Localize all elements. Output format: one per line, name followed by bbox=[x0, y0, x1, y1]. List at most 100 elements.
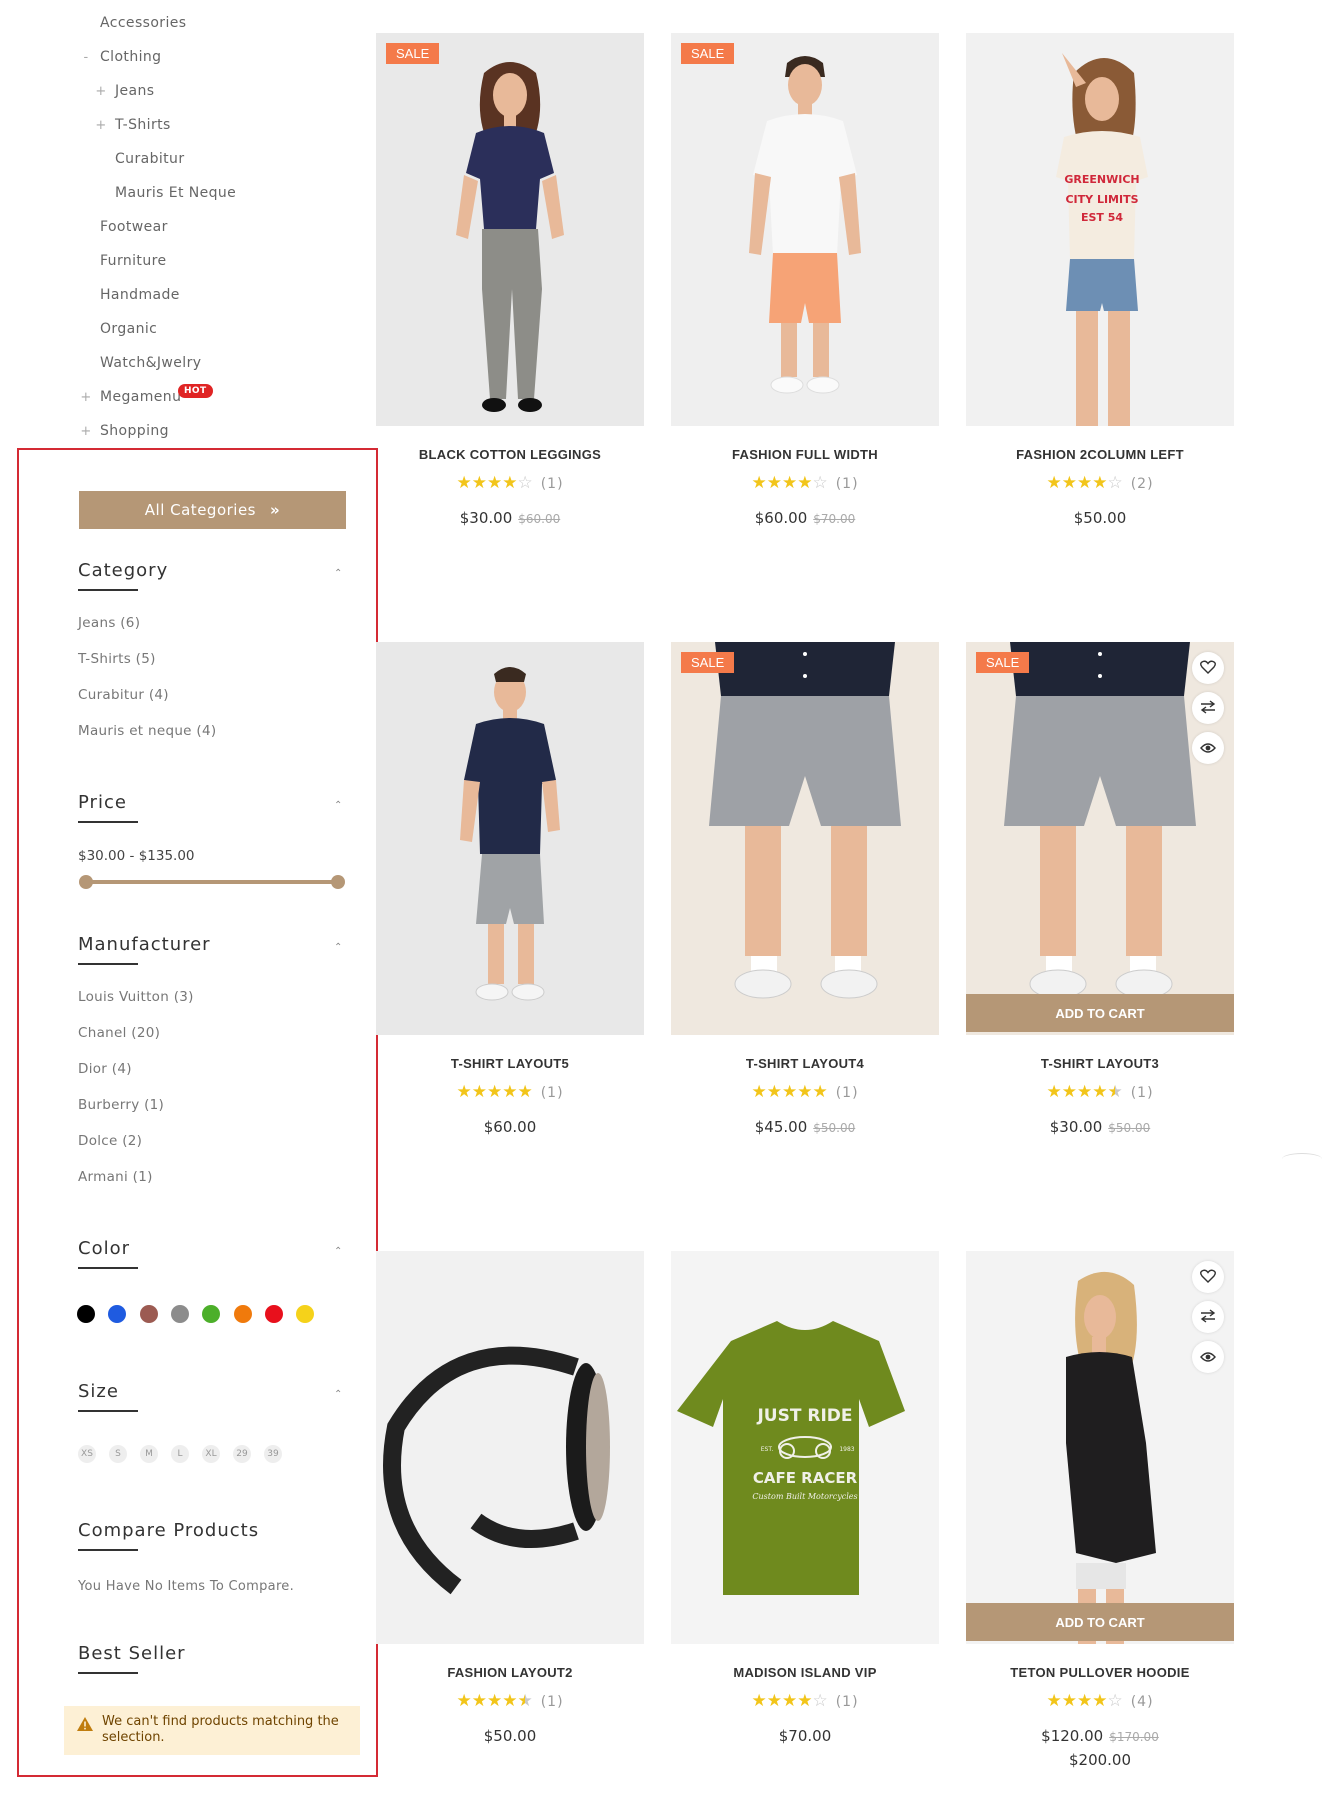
collapse-caret-icon[interactable]: ⌃ bbox=[334, 1246, 342, 1257]
expand-plus-icon[interactable]: + bbox=[80, 390, 92, 405]
review-count[interactable]: (1) bbox=[541, 476, 564, 492]
product-name[interactable]: FASHION LAYOUT2 bbox=[376, 1665, 644, 1680]
product-name[interactable]: MADISON ISLAND VIP bbox=[671, 1665, 939, 1680]
product-image[interactable]: GREENWICH CITY LIMITS EST 54 bbox=[966, 33, 1234, 426]
product-image[interactable]: SALE ADD TO CART bbox=[966, 642, 1234, 1035]
star-full-icon: ★ bbox=[1076, 1082, 1093, 1102]
product-price: $120.00 $170.00 bbox=[966, 1727, 1234, 1745]
price-slider-track[interactable] bbox=[84, 880, 340, 884]
filter-option[interactable]: Jeans (6) bbox=[78, 615, 140, 631]
sale-badge: SALE bbox=[681, 652, 735, 673]
price-slider-max-handle[interactable] bbox=[331, 875, 345, 889]
add-to-wishlist-button[interactable] bbox=[1192, 1261, 1224, 1293]
color-swatch[interactable] bbox=[170, 1305, 189, 1323]
price-slider-min-handle[interactable] bbox=[79, 875, 93, 889]
review-count[interactable]: (4) bbox=[1131, 1694, 1154, 1710]
product-image[interactable]: SALE bbox=[376, 33, 644, 426]
filter-option[interactable]: Armani (1) bbox=[78, 1169, 153, 1185]
star-full-icon: ★ bbox=[486, 1082, 503, 1102]
add-to-compare-button[interactable] bbox=[1192, 1301, 1224, 1333]
double-chevron-right-icon: » bbox=[270, 501, 281, 519]
special-price: $70.00 bbox=[778, 1727, 832, 1745]
category-tree-label: Organic bbox=[100, 321, 158, 337]
filter-option[interactable]: Dolce (2) bbox=[78, 1133, 142, 1149]
product-name[interactable]: T-SHIRT LAYOUT5 bbox=[376, 1056, 644, 1071]
product-image[interactable]: SALE bbox=[671, 642, 939, 1035]
add-to-wishlist-button[interactable] bbox=[1192, 652, 1224, 684]
review-count[interactable]: (2) bbox=[1131, 476, 1154, 492]
review-count[interactable]: (1) bbox=[541, 1694, 564, 1710]
special-price: $45.00 bbox=[754, 1118, 808, 1136]
size-option[interactable]: L bbox=[171, 1445, 189, 1463]
product-image[interactable]: ADD TO CART bbox=[966, 1251, 1234, 1644]
star-full-icon: ★ bbox=[1092, 1691, 1108, 1711]
filter-option[interactable]: T-Shirts (5) bbox=[78, 651, 156, 667]
size-option[interactable]: S bbox=[109, 1445, 127, 1463]
color-swatch[interactable] bbox=[233, 1305, 252, 1323]
all-categories-button[interactable]: All Categories » bbox=[79, 491, 346, 529]
svg-text:CAFE RACER: CAFE RACER bbox=[753, 1469, 858, 1487]
star-full-icon: ★ bbox=[517, 1082, 533, 1102]
expand-plus-icon[interactable]: + bbox=[95, 118, 107, 133]
svg-text:JUST RIDE: JUST RIDE bbox=[756, 1406, 852, 1426]
product-rating: ★★★★★ (1) bbox=[966, 1082, 1234, 1102]
collapse-caret-icon[interactable]: ⌃ bbox=[334, 1389, 342, 1400]
svg-text:GREENWICH: GREENWICH bbox=[1064, 173, 1139, 186]
review-count[interactable]: (1) bbox=[541, 1085, 564, 1101]
quick-view-button[interactable] bbox=[1192, 732, 1224, 764]
eye-icon bbox=[1200, 1348, 1216, 1367]
product-name[interactable]: FASHION FULL WIDTH bbox=[671, 447, 939, 462]
price-range-text: $30.00 - $135.00 bbox=[78, 848, 195, 864]
size-option[interactable]: XS bbox=[78, 1445, 96, 1463]
size-option[interactable]: 39 bbox=[264, 1445, 282, 1463]
filter-title-color[interactable]: Color bbox=[78, 1238, 138, 1269]
filter-title-size[interactable]: Size bbox=[78, 1381, 138, 1412]
filter-title-price[interactable]: Price bbox=[78, 792, 138, 823]
product-name[interactable]: FASHION 2COLUMN LEFT bbox=[966, 447, 1234, 462]
collapse-caret-icon[interactable]: ⌃ bbox=[334, 942, 342, 953]
add-to-cart-button[interactable]: ADD TO CART bbox=[966, 994, 1234, 1032]
add-to-cart-button[interactable]: ADD TO CART bbox=[966, 1603, 1234, 1641]
collapse-caret-icon[interactable]: ⌃ bbox=[334, 568, 342, 579]
collapse-minus-icon[interactable]: - bbox=[80, 50, 92, 65]
color-swatch[interactable] bbox=[264, 1305, 283, 1323]
product-image[interactable] bbox=[376, 1251, 644, 1644]
add-to-compare-button[interactable] bbox=[1192, 692, 1224, 724]
expand-plus-icon[interactable]: + bbox=[95, 84, 107, 99]
quick-view-button[interactable] bbox=[1192, 1341, 1224, 1373]
product-name[interactable]: T-SHIRT LAYOUT4 bbox=[671, 1056, 939, 1071]
filter-option[interactable]: Louis Vuitton (3) bbox=[78, 989, 194, 1005]
color-swatch[interactable] bbox=[296, 1305, 315, 1323]
filter-title-category[interactable]: Category bbox=[78, 560, 168, 591]
color-swatch[interactable] bbox=[139, 1305, 158, 1323]
review-count[interactable]: (1) bbox=[1131, 1085, 1154, 1101]
filter-option[interactable]: Burberry (1) bbox=[78, 1097, 164, 1113]
filter-option[interactable]: Dior (4) bbox=[78, 1061, 132, 1077]
review-count[interactable]: (1) bbox=[836, 1085, 859, 1101]
product-image[interactable]: JUST RIDE EST. 1983 CAFE RACER Custom Bu… bbox=[671, 1251, 939, 1644]
product-name[interactable]: BLACK COTTON LEGGINGS bbox=[376, 447, 644, 462]
review-count[interactable]: (1) bbox=[836, 476, 859, 492]
warning-icon bbox=[77, 1717, 93, 1731]
filter-option[interactable]: Chanel (20) bbox=[78, 1025, 160, 1041]
product-image[interactable]: SALE bbox=[671, 33, 939, 426]
collapse-caret-icon[interactable]: ⌃ bbox=[334, 800, 342, 811]
product-photo bbox=[376, 642, 644, 1035]
expand-plus-icon[interactable]: + bbox=[80, 424, 92, 439]
review-count[interactable]: (1) bbox=[836, 1694, 859, 1710]
scroll-top-button[interactable] bbox=[1282, 1153, 1322, 1165]
filter-title-manufacturer[interactable]: Manufacturer bbox=[78, 934, 211, 965]
size-option[interactable]: 29 bbox=[233, 1445, 251, 1463]
product-name[interactable]: TETON PULLOVER HOODIE bbox=[966, 1665, 1234, 1680]
star-full-icon: ★ bbox=[471, 473, 487, 493]
size-option[interactable]: M bbox=[140, 1445, 158, 1463]
star-full-icon: ★ bbox=[1046, 1691, 1062, 1711]
filter-option[interactable]: Curabitur (4) bbox=[78, 687, 169, 703]
color-swatch[interactable] bbox=[77, 1305, 95, 1323]
product-image[interactable] bbox=[376, 642, 644, 1035]
size-option[interactable]: XL bbox=[202, 1445, 220, 1463]
star-full-icon: ★ bbox=[797, 1082, 813, 1102]
filter-option[interactable]: Mauris et neque (4) bbox=[78, 723, 216, 739]
star-full-icon: ★ bbox=[781, 473, 798, 493]
product-name[interactable]: T-SHIRT LAYOUT3 bbox=[966, 1056, 1234, 1071]
